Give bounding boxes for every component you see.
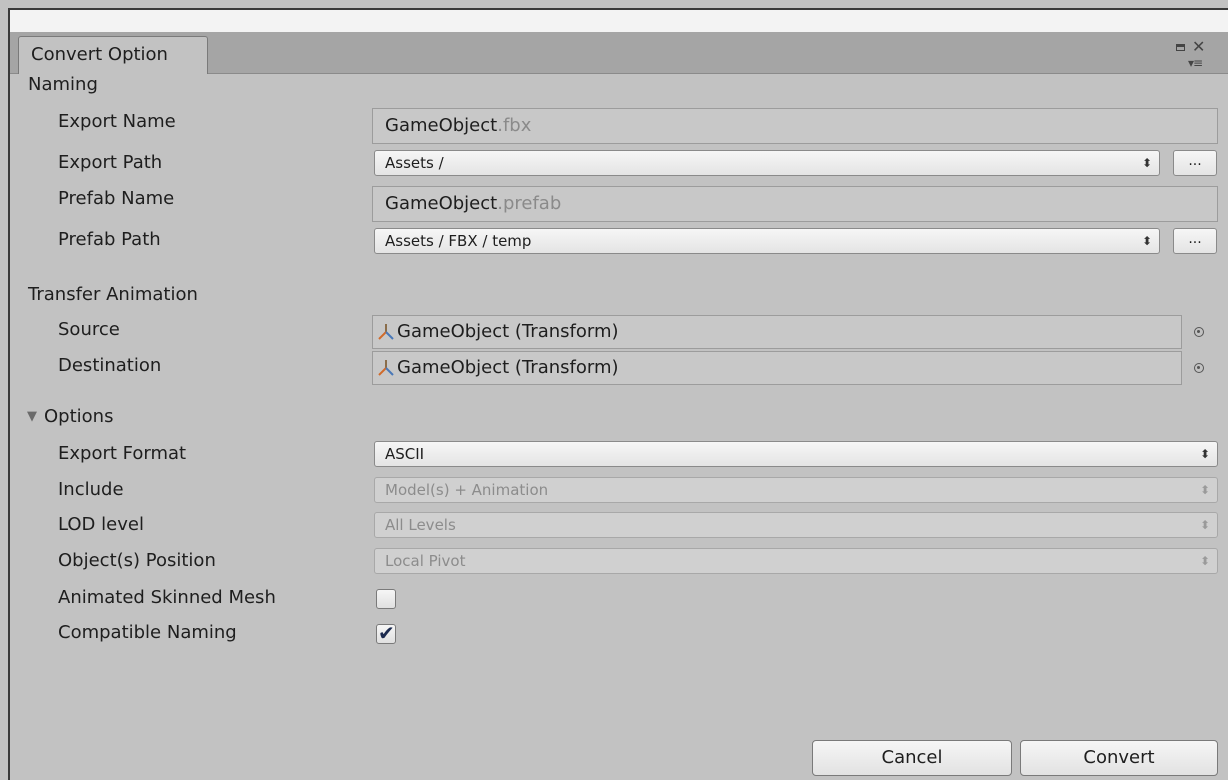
export-format-dropdown[interactable]: ASCII ⬍ bbox=[374, 441, 1218, 467]
tab-bar: Convert Option ✕ ▾≡ bbox=[10, 32, 1228, 74]
prefab-path-value: Assets / FBX / temp bbox=[385, 232, 532, 250]
export-name-field[interactable]: GameObject.fbx bbox=[372, 108, 1218, 144]
lod-level-value: All Levels bbox=[385, 516, 456, 534]
destination-value: GameObject (Transform) bbox=[397, 357, 619, 378]
dropdown-arrow-icon: ⬍ bbox=[1141, 156, 1152, 170]
include-dropdown[interactable]: Model(s) + Animation ⬍ bbox=[374, 477, 1218, 503]
source-label: Source bbox=[58, 319, 120, 340]
animated-skinned-mesh-checkbox[interactable] bbox=[376, 589, 396, 609]
section-naming: Naming bbox=[28, 74, 98, 95]
prefab-name-value: GameObject bbox=[385, 193, 498, 214]
compatible-naming-label: Compatible Naming bbox=[58, 622, 237, 643]
lod-level-label: LOD level bbox=[58, 514, 144, 535]
tab-convert-option[interactable]: Convert Option bbox=[18, 36, 208, 74]
export-format-label: Export Format bbox=[58, 443, 187, 464]
source-object-field[interactable]: GameObject (Transform) bbox=[372, 315, 1182, 349]
export-name-label: Export Name bbox=[58, 111, 176, 132]
transform-icon bbox=[378, 360, 394, 376]
dropdown-arrow-icon: ⬍ bbox=[1141, 234, 1152, 248]
menu-icon[interactable]: ▾≡ bbox=[1188, 56, 1203, 70]
transform-icon bbox=[378, 324, 394, 340]
export-format-value: ASCII bbox=[385, 445, 425, 463]
export-path-browse-button[interactable]: ... bbox=[1173, 150, 1217, 176]
lod-level-dropdown[interactable]: All Levels ⬍ bbox=[374, 512, 1218, 538]
object-position-dropdown[interactable]: Local Pivot ⬍ bbox=[374, 548, 1218, 574]
dropdown-arrow-icon: ⬍ bbox=[1199, 483, 1210, 497]
section-transfer-animation: Transfer Animation bbox=[28, 284, 198, 305]
checkmark-icon: ✔ bbox=[378, 621, 395, 645]
maximize-icon[interactable] bbox=[1176, 44, 1185, 51]
compatible-naming-checkbox[interactable]: ✔ bbox=[376, 621, 396, 645]
source-value: GameObject (Transform) bbox=[397, 321, 619, 342]
export-path-label: Export Path bbox=[58, 152, 163, 173]
dropdown-arrow-icon: ⬍ bbox=[1199, 518, 1210, 532]
convert-button[interactable]: Convert bbox=[1020, 740, 1218, 776]
window-controls: ✕ ▾≡ bbox=[1174, 37, 1214, 70]
dropdown-arrow-icon: ⬍ bbox=[1199, 554, 1210, 568]
animated-skinned-mesh-label: Animated Skinned Mesh bbox=[58, 587, 276, 608]
close-icon[interactable]: ✕ bbox=[1192, 37, 1205, 56]
section-options[interactable]: Options bbox=[44, 406, 113, 427]
export-name-extension: .fbx bbox=[497, 115, 532, 136]
prefab-path-browse-button[interactable]: ... bbox=[1173, 228, 1217, 254]
dropdown-arrow-icon: ⬍ bbox=[1199, 447, 1210, 461]
destination-object-field[interactable]: GameObject (Transform) bbox=[372, 351, 1182, 385]
export-path-value: Assets / bbox=[385, 154, 444, 172]
window-top-strip bbox=[10, 10, 1228, 32]
cancel-button[interactable]: Cancel bbox=[812, 740, 1012, 776]
prefab-path-label: Prefab Path bbox=[58, 229, 161, 250]
include-value: Model(s) + Animation bbox=[385, 481, 549, 499]
object-position-label: Object(s) Position bbox=[58, 550, 216, 571]
prefab-name-field[interactable]: GameObject.prefab bbox=[372, 186, 1218, 222]
prefab-name-extension: .prefab bbox=[497, 193, 562, 214]
convert-option-window: Convert Option ✕ ▾≡ Naming Export Name G… bbox=[8, 8, 1228, 780]
foldout-expanded-icon[interactable]: ▼ bbox=[27, 409, 37, 424]
prefab-name-label: Prefab Name bbox=[58, 188, 175, 209]
include-label: Include bbox=[58, 479, 124, 500]
destination-label: Destination bbox=[58, 355, 162, 376]
source-picker-icon[interactable] bbox=[1194, 327, 1204, 337]
export-name-value: GameObject bbox=[385, 115, 498, 136]
destination-picker-icon[interactable] bbox=[1194, 363, 1204, 373]
object-position-value: Local Pivot bbox=[385, 552, 466, 570]
export-path-dropdown[interactable]: Assets / ⬍ bbox=[374, 150, 1160, 176]
prefab-path-dropdown[interactable]: Assets / FBX / temp ⬍ bbox=[374, 228, 1160, 254]
